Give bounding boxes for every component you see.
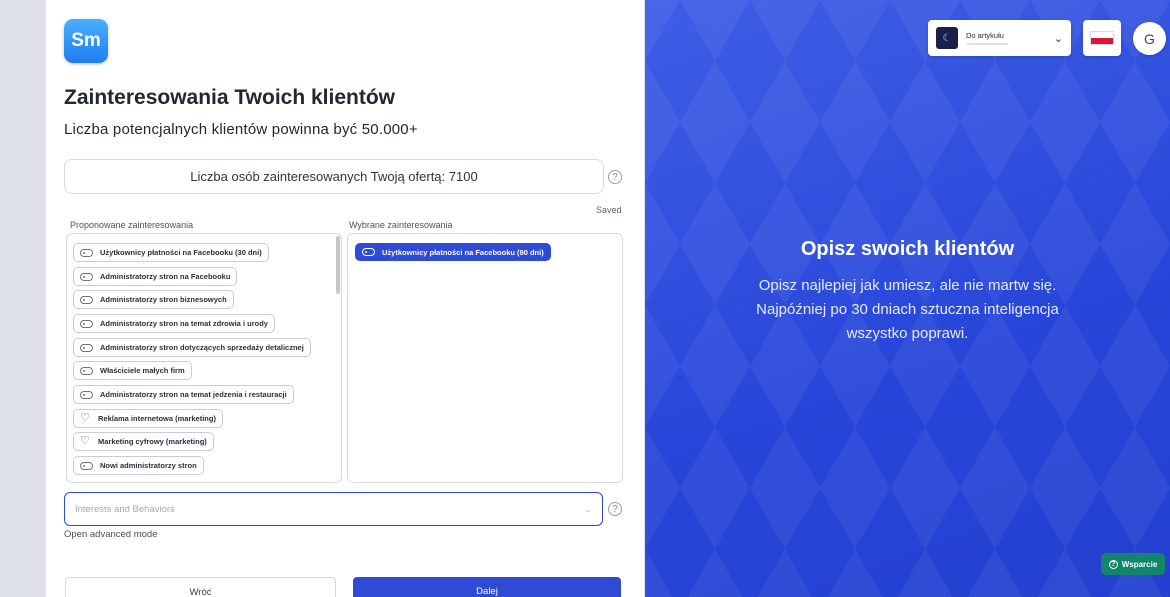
google-account-button[interactable]: G xyxy=(1133,22,1166,55)
chevron-down-icon: ⌄ xyxy=(1053,32,1063,45)
interest-chip[interactable]: Nowi administratorzy stron xyxy=(73,456,204,475)
article-selector-label: Do artykułu xyxy=(966,31,1004,40)
toggle-icon xyxy=(80,272,93,281)
back-button[interactable]: Wróć xyxy=(65,577,336,597)
toggle-icon xyxy=(80,319,93,328)
interest-chip-label: Marketing cyfrowy (marketing) xyxy=(98,437,207,446)
toggle-icon xyxy=(80,343,93,352)
interests-search-input[interactable] xyxy=(75,503,585,515)
selected-interests-list[interactable]: Użytkownicy płatności na Facebooku (90 d… xyxy=(347,233,623,483)
interest-chip-label: Administratorzy stron biznesowych xyxy=(100,295,227,304)
support-label: Wsparcie xyxy=(1121,559,1158,569)
interest-chip[interactable]: Właściciele małych firm xyxy=(73,361,192,380)
interest-chip-label: Reklama internetowa (marketing) xyxy=(98,414,216,423)
interest-chip[interactable]: Administratorzy stron na Facebooku xyxy=(73,267,238,286)
panel-description: Opisz najlepiej jak umiesz, ale nie mart… xyxy=(756,277,1059,342)
audience-count-label: Liczba osób zainteresowanych Twoją ofert… xyxy=(190,169,478,184)
interest-chip[interactable]: Administratorzy stron na temat jedzenia … xyxy=(73,385,294,404)
next-button[interactable]: Dalej xyxy=(353,577,621,597)
interest-chip[interactable]: Użytkownicy płatności na Facebooku (30 d… xyxy=(73,243,269,262)
info-panel: ☾ Do artykułu ⌄ G Opisz swoich klientów … xyxy=(645,0,1170,597)
form-panel: Sm Zainteresowania Twoich klientów Liczb… xyxy=(46,0,644,597)
toggle-icon xyxy=(80,248,93,257)
help-icon[interactable]: ? xyxy=(608,170,622,184)
interest-chip-label: Administratorzy stron na temat zdrowia i… xyxy=(100,319,268,328)
article-selector-bar xyxy=(966,43,1008,45)
toggle-icon xyxy=(80,390,93,399)
panel-title: Opisz swoich klientów xyxy=(800,238,1015,260)
open-advanced-mode-link[interactable]: Open advanced mode xyxy=(64,529,157,540)
toggle-icon xyxy=(362,248,375,256)
page-title: Zainteresowania Twoich klientów xyxy=(64,86,396,109)
interests-search-field[interactable]: ⌄ xyxy=(64,492,603,526)
saved-status: Saved xyxy=(596,205,622,215)
interest-chip[interactable]: ♡ Marketing cyfrowy (marketing) xyxy=(73,432,214,451)
interest-chip-label: Administratorzy stron na Facebooku xyxy=(100,272,231,281)
interest-chip-label: Użytkownicy płatności na Facebooku (30 d… xyxy=(100,248,262,257)
selected-interest-chip[interactable]: Użytkownicy płatności na Facebooku (90 d… xyxy=(355,243,551,261)
proposed-label: Proponowane zainteresowania xyxy=(70,220,194,230)
app-logo[interactable]: Sm xyxy=(64,19,108,63)
toggle-icon xyxy=(80,461,93,470)
interest-chip[interactable]: Administratorzy stron na temat zdrowia i… xyxy=(73,314,275,333)
interest-chip-label: Właściciele małych firm xyxy=(100,366,185,375)
interest-chip-label: Nowi administratorzy stron xyxy=(100,461,197,470)
toggle-icon xyxy=(80,295,93,304)
heart-icon: ♡ xyxy=(80,435,90,447)
interest-chip-label: Administratorzy stron na temat jedzenia … xyxy=(100,390,287,399)
chevron-down-icon[interactable]: ⌄ xyxy=(584,504,592,515)
moon-icon: ☾ xyxy=(936,27,958,49)
interest-chip[interactable]: ♡ Reklama internetowa (marketing) xyxy=(73,409,223,428)
poland-flag-icon xyxy=(1090,31,1114,45)
support-button[interactable]: ? Wsparcie xyxy=(1101,553,1165,575)
interest-chip[interactable]: Administratorzy stron biznesowych xyxy=(73,290,234,309)
article-selector[interactable]: ☾ Do artykułu ⌄ xyxy=(928,20,1071,56)
proposed-interests-list[interactable]: Użytkownicy płatności na Facebooku (30 d… xyxy=(66,233,342,483)
interest-chip-label: Administratorzy stron dotyczących sprzed… xyxy=(100,343,304,352)
interest-chip[interactable]: Administratorzy stron dotyczących sprzed… xyxy=(73,338,311,357)
question-icon: ? xyxy=(1108,559,1118,569)
heart-icon: ♡ xyxy=(80,412,90,424)
page-subtitle: Liczba potencjalnych klientów powinna by… xyxy=(64,121,418,138)
help-icon[interactable]: ? xyxy=(608,502,622,516)
scrollbar[interactable] xyxy=(336,236,340,294)
google-icon: G xyxy=(1144,30,1155,47)
selected-interest-label: Użytkownicy płatności na Facebooku (90 d… xyxy=(382,247,544,257)
selected-label: Wybrane zainteresowania xyxy=(349,220,453,230)
toggle-icon xyxy=(80,366,93,375)
audience-count-box: Liczba osób zainteresowanych Twoją ofert… xyxy=(64,159,604,194)
language-button[interactable] xyxy=(1083,20,1121,56)
